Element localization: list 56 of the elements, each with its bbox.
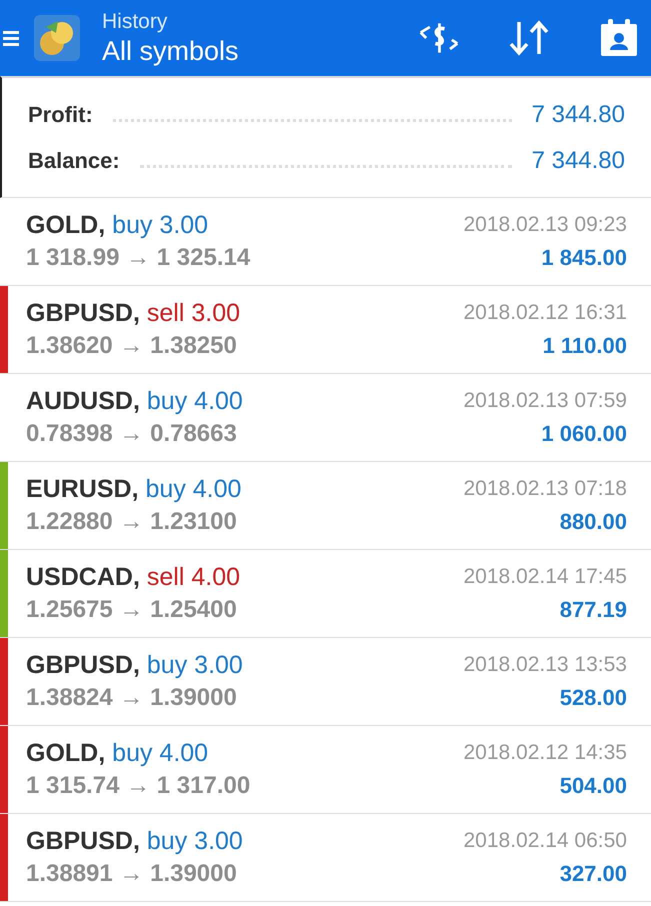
time-label: 2018.02.13 13:53	[464, 652, 627, 676]
profit-value: 1 060.00	[541, 420, 627, 446]
trade-row[interactable]: GOLD, buy 3.00 1 318.99 → 1 325.14 2018.02.13 09:23 1 845.00	[0, 198, 651, 286]
symbol-label: EURUSD,	[26, 475, 139, 503]
time-label: 2018.02.13 07:18	[464, 476, 627, 500]
price-label: 1.38891 → 1.39000	[26, 860, 238, 888]
symbol-filter[interactable]: All symbols	[102, 36, 371, 66]
price-label: 1.38824 → 1.39000	[26, 684, 238, 712]
symbol-label: USDCAD,	[26, 563, 140, 591]
price-label: 1.38620 → 1.38250	[26, 332, 238, 360]
profit-value: 1 110.00	[542, 332, 627, 358]
trade-type-label: buy 4.00	[146, 387, 243, 415]
summary-label: Profit:	[28, 102, 93, 128]
sort-icon[interactable]	[507, 18, 551, 58]
profit-value: 504.00	[560, 772, 627, 798]
summary-value: 7 344.80	[532, 100, 625, 128]
profit-value: 528.00	[560, 684, 627, 710]
symbol-label: GBPUSD,	[26, 827, 140, 855]
trade-row[interactable]: GBPUSD, buy 3.00 1.38891 → 1.39000 2018.02.14 06:50 327.00	[0, 814, 651, 902]
trade-row[interactable]: AUDUSD, buy 4.00 0.78398 → 0.78663 2018.02.13 07:59 1 060.00	[0, 374, 651, 462]
summary-label: Balance:	[28, 148, 120, 174]
profit-value: 1 845.00	[541, 244, 627, 270]
coins-logo-icon[interactable]	[32, 13, 82, 63]
symbol-label: GBPUSD,	[26, 299, 140, 327]
trade-type-label: buy 4.00	[112, 739, 208, 767]
symbol-label: AUDUSD,	[26, 387, 140, 415]
trade-type-label: sell 3.00	[146, 299, 240, 327]
trade-row[interactable]: EURUSD, buy 4.00 1.22880 → 1.23100 2018.02.13 07:18 880.00	[0, 462, 651, 550]
symbol-label: GOLD,	[26, 211, 106, 239]
price-label: 1.25675 → 1.25400	[26, 596, 238, 624]
trade-type-label: buy 4.00	[146, 475, 242, 503]
time-label: 2018.02.14 17:45	[464, 564, 627, 588]
trade-row[interactable]: GBPUSD, sell 3.00 1.38620 → 1.38250 2018.02.12 16:31 1 110.00	[0, 286, 651, 374]
symbol-label: GBPUSD,	[26, 651, 140, 679]
trade-row[interactable]: GBPUSD, buy 3.00 1.38824 → 1.39000 2018.02.13 13:53 528.00	[0, 638, 651, 726]
trade-type-label: buy 3.00	[146, 827, 243, 855]
trade-type-label: buy 3.00	[146, 651, 243, 679]
price-label: 1.22880 → 1.23100	[26, 508, 238, 536]
time-label: 2018.02.14 06:50	[464, 828, 627, 852]
price-label: 1 318.99 → 1 325.14	[26, 244, 250, 272]
price-label: 1 315.74 → 1 317.00	[26, 772, 250, 800]
trade-type-label: buy 3.00	[112, 211, 208, 239]
trade-row[interactable]: USDCAD, sell 4.00 1.25675 → 1.25400 2018.02.14 17:45 877.19	[0, 550, 651, 638]
price-label: 0.78398 → 0.78663	[26, 420, 238, 448]
time-label: 2018.02.13 09:23	[464, 212, 627, 236]
time-label: 2018.02.13 07:59	[464, 388, 627, 412]
symbol-label: GOLD,	[26, 739, 106, 767]
summary-value: 7 344.80	[532, 146, 625, 174]
trade-row[interactable]: GOLD, buy 4.00 1 315.74 → 1 317.00 2018.02.12 14:35 504.00	[0, 726, 651, 814]
time-label: 2018.02.12 14:35	[464, 740, 627, 764]
screen-title: History	[102, 10, 168, 34]
profit-value: 877.19	[560, 596, 627, 622]
time-label: 2018.02.12 16:31	[464, 300, 627, 324]
profit-value: 880.00	[560, 508, 627, 534]
profit-value: 327.00	[560, 860, 627, 886]
trade-type-label: sell 4.00	[146, 563, 240, 591]
